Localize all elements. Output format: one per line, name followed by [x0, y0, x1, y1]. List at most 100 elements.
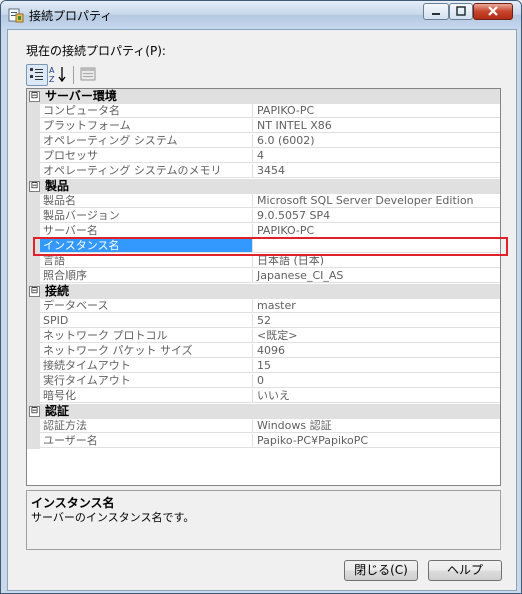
property-row[interactable]: インスタンス名 [27, 239, 500, 254]
property-value: 6.0 (6002) [253, 134, 500, 148]
property-row[interactable]: SPID 52 [27, 314, 500, 329]
row-gutter [27, 134, 40, 149]
property-value: 0 [253, 374, 500, 388]
minimize-icon [432, 13, 440, 15]
property-name: ネットワーク プロトコル [40, 329, 253, 343]
svg-text:Z: Z [49, 75, 55, 84]
property-pages-button[interactable] [78, 64, 100, 86]
category-name: 接続 [45, 284, 70, 298]
row-gutter [27, 329, 40, 344]
property-value: 52 [253, 314, 500, 328]
close-window-button[interactable] [473, 3, 513, 20]
toolbar-separator [73, 66, 74, 84]
property-row[interactable]: 暗号化 いいえ [27, 389, 500, 404]
help-button[interactable]: ヘルプ [428, 560, 502, 581]
property-value: Microsoft SQL Server Developer Edition [253, 194, 500, 208]
property-row[interactable]: オペレーティング システムのメモリ 3454 [27, 164, 500, 179]
row-gutter [27, 254, 40, 269]
property-row[interactable]: 照合順序 Japanese_CI_AS [27, 269, 500, 284]
svg-text:A: A [49, 66, 55, 75]
property-row[interactable]: ネットワーク プロトコル <既定> [27, 329, 500, 344]
row-gutter [27, 359, 40, 374]
property-row[interactable]: ネットワーク パケット サイズ 4096 [27, 344, 500, 359]
property-row[interactable]: プラットフォーム NT INTEL X86 [27, 119, 500, 134]
categorized-view-icon [30, 68, 43, 80]
category-name: 製品 [45, 179, 70, 193]
property-value: Papiko-PC¥PapikoPC [253, 434, 500, 448]
property-value: NT INTEL X86 [253, 119, 500, 133]
dialog-body: 現在の接続プロパティ(P): A Z ⊟ サーバー環境 コンピュータ名 PAPI… [7, 29, 517, 591]
collapse-icon[interactable]: ⊟ [29, 181, 40, 192]
category-row[interactable]: ⊟ 認証 [27, 404, 500, 419]
row-gutter [27, 269, 40, 284]
property-row[interactable]: 認証方法 Windows 認証 [27, 419, 500, 434]
connection-properties-window: 接続プロパティ 現在の接続プロパティ(P): A Z ⊟ サーバー環境 コンピュ… [0, 0, 522, 594]
property-row[interactable]: サーバー名 PAPIKO-PC [27, 224, 500, 239]
properties-label: 現在の接続プロパティ(P): [26, 44, 166, 58]
description-text: サーバーのインスタンス名です。 [31, 511, 195, 524]
property-value: 日本語 (日本) [253, 254, 500, 268]
row-gutter [27, 374, 40, 389]
alphabetical-sort-button[interactable]: A Z [48, 64, 70, 86]
row-gutter [27, 239, 40, 254]
property-row[interactable]: オペレーティング システム 6.0 (6002) [27, 134, 500, 149]
property-value: 4 [253, 149, 500, 163]
maximize-icon [456, 6, 466, 16]
property-row[interactable]: 実行タイムアウト 0 [27, 374, 500, 389]
property-value: 4096 [253, 344, 500, 358]
categorized-view-button[interactable] [26, 64, 48, 86]
description-panel: インスタンス名 サーバーのインスタンス名です。 [26, 490, 501, 550]
property-row[interactable]: 言語 日本語 (日本) [27, 254, 500, 269]
properties-window-icon [8, 8, 24, 23]
property-name: プラットフォーム [40, 119, 253, 133]
property-grid[interactable]: ⊟ サーバー環境 コンピュータ名 PAPIKO-PC プラットフォーム NT INTEL … [26, 88, 501, 486]
collapse-icon[interactable]: ⊟ [29, 286, 40, 297]
category-row[interactable]: ⊟ 接続 [27, 284, 500, 299]
row-gutter [27, 224, 40, 239]
category-row[interactable]: ⊟ 製品 [27, 179, 500, 194]
collapse-icon[interactable]: ⊟ [29, 91, 40, 102]
property-value: <既定> [253, 329, 500, 343]
property-value [253, 239, 500, 253]
property-row[interactable]: 接続タイムアウト 15 [27, 359, 500, 374]
property-pages-icon [80, 67, 96, 81]
row-gutter [27, 344, 40, 359]
property-row[interactable]: 製品バージョン 9.0.5057 SP4 [27, 209, 500, 224]
property-name: 照合順序 [40, 269, 253, 283]
property-row[interactable]: データベース master [27, 299, 500, 314]
property-name: 認証方法 [40, 419, 253, 433]
row-gutter [27, 119, 40, 134]
row-gutter [27, 314, 40, 329]
row-gutter [27, 209, 40, 224]
property-name: ネットワーク パケット サイズ [40, 344, 253, 358]
property-value: 9.0.5057 SP4 [253, 209, 500, 223]
minimize-button[interactable] [423, 3, 449, 20]
property-row[interactable]: 製品名 Microsoft SQL Server Developer Editio… [27, 194, 500, 209]
property-row[interactable]: ユーザー名 Papiko-PC¥PapikoPC [27, 434, 500, 449]
row-gutter [27, 434, 40, 449]
alphabetical-sort-icon: A Z [49, 66, 66, 84]
row-gutter [27, 164, 40, 179]
category-row[interactable]: ⊟ サーバー環境 [27, 89, 500, 104]
collapse-icon[interactable]: ⊟ [29, 406, 40, 417]
property-name: オペレーティング システムのメモリ [40, 164, 253, 178]
title-bar[interactable]: 接続プロパティ [1, 1, 521, 29]
property-row[interactable]: プロセッサ 4 [27, 149, 500, 164]
row-gutter [27, 419, 40, 434]
row-gutter [27, 104, 40, 119]
property-name: サーバー名 [40, 224, 253, 238]
category-name: サーバー環境 [45, 89, 117, 103]
property-name: 暗号化 [40, 389, 253, 403]
property-name: 製品バージョン [40, 209, 253, 223]
category-name: 認証 [45, 404, 70, 418]
property-value: いいえ [253, 389, 500, 403]
property-name: オペレーティング システム [40, 134, 253, 148]
property-row[interactable]: コンピュータ名 PAPIKO-PC [27, 104, 500, 119]
property-name: インスタンス名 [40, 239, 253, 253]
property-name: 製品名 [40, 194, 253, 208]
close-button[interactable]: 閉じる(C) [344, 560, 418, 581]
maximize-button[interactable] [449, 3, 473, 20]
property-grid-toolbar: A Z [26, 64, 126, 86]
property-name: コンピュータ名 [40, 104, 253, 118]
close-icon [488, 6, 498, 16]
